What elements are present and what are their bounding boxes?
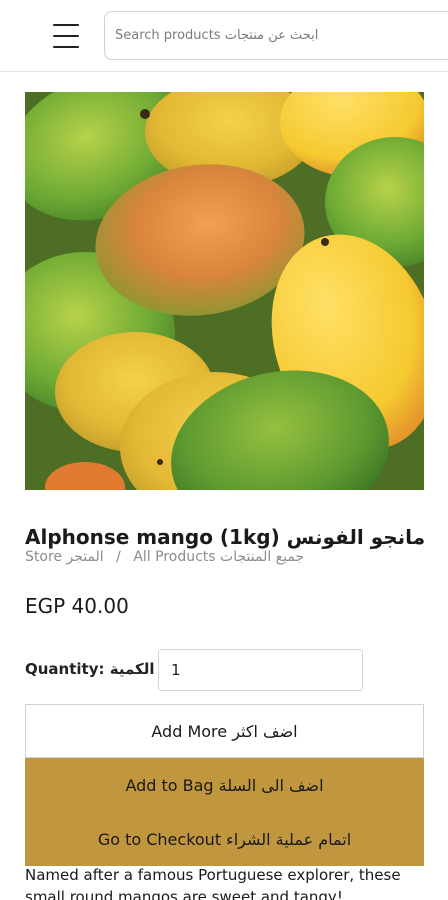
- search-input[interactable]: [104, 11, 448, 60]
- add-more-button[interactable]: Add More اضف اكثر: [25, 704, 424, 758]
- quantity-label: Quantity: الكمية: [25, 660, 155, 678]
- product-image: [25, 92, 424, 490]
- product-price: EGP 40.00: [25, 594, 129, 618]
- hamburger-menu-icon[interactable]: [50, 22, 82, 50]
- quantity-field[interactable]: [158, 649, 363, 691]
- product-title: Alphonse mango (1kg) مانجو الفونس: [25, 525, 426, 549]
- checkout-button[interactable]: Go to Checkout اتمام عملية الشراء: [25, 812, 424, 866]
- breadcrumb-separator: /: [116, 549, 121, 565]
- breadcrumb-all-products-link[interactable]: All Products جميع المنتجات: [133, 549, 304, 565]
- add-to-bag-button[interactable]: Add to Bag اضف الى السلة: [25, 758, 424, 812]
- breadcrumb: Store المتجر / All Products جميع المنتجا…: [25, 549, 304, 565]
- product-description: Named after a famous Portuguese explorer…: [25, 866, 401, 900]
- breadcrumb-store-link[interactable]: Store المتجر: [25, 549, 104, 565]
- top-bar: [0, 0, 448, 72]
